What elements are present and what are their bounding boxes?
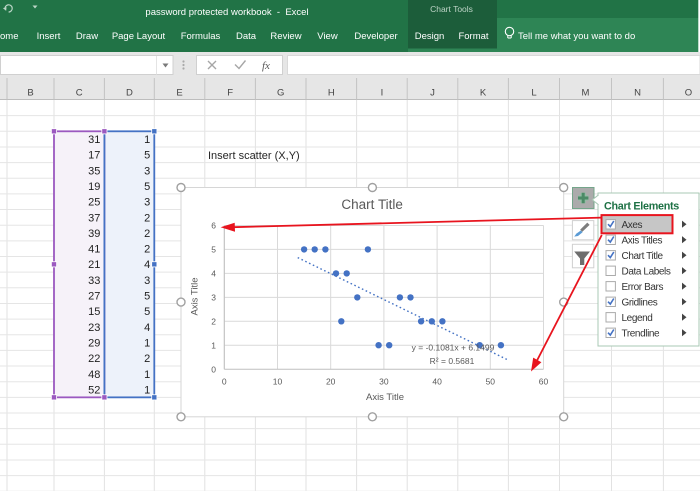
svg-text:10: 10	[273, 377, 283, 387]
svg-text:2: 2	[144, 244, 150, 256]
svg-text:4: 4	[211, 269, 216, 279]
svg-text:Axis Title: Axis Title	[366, 392, 404, 403]
svg-text:17: 17	[88, 150, 100, 162]
svg-text:y = -0.1081x + 6.1499: y = -0.1081x + 6.1499	[412, 343, 495, 353]
svg-text:19: 19	[88, 181, 100, 193]
svg-text:27: 27	[88, 291, 100, 303]
svg-text:Chart Elements: Chart Elements	[604, 201, 679, 213]
svg-text:F: F	[227, 88, 233, 99]
svg-text:Gridlines: Gridlines	[622, 298, 658, 309]
svg-text:ome: ome	[0, 31, 18, 42]
svg-text:L: L	[531, 88, 536, 99]
svg-text:R² = 0.5681: R² = 0.5681	[430, 356, 475, 366]
svg-text:J: J	[430, 88, 435, 99]
svg-text:O: O	[685, 88, 692, 99]
svg-text:Page Layout: Page Layout	[112, 31, 166, 42]
svg-text:22: 22	[88, 353, 100, 365]
svg-text:1: 1	[144, 384, 150, 396]
svg-text:2: 2	[211, 316, 216, 326]
svg-text:37: 37	[88, 212, 100, 224]
svg-text:0: 0	[211, 364, 216, 374]
svg-text:Error Bars: Error Bars	[622, 282, 664, 293]
svg-text:30: 30	[379, 377, 389, 387]
svg-text:fx: fx	[262, 60, 270, 72]
svg-text:Insert scatter (X,Y): Insert scatter (X,Y)	[208, 150, 300, 162]
svg-text:1: 1	[211, 340, 216, 350]
svg-text:4: 4	[144, 322, 150, 334]
svg-text:K: K	[480, 88, 487, 99]
svg-text:Legend: Legend	[622, 313, 653, 324]
svg-text:4: 4	[144, 259, 150, 271]
svg-text:5: 5	[211, 245, 216, 255]
svg-text:Axis Titles: Axis Titles	[622, 236, 663, 247]
svg-text:15: 15	[88, 306, 100, 318]
svg-text:3: 3	[144, 165, 150, 177]
svg-text:29: 29	[88, 338, 100, 350]
svg-text:33: 33	[88, 275, 100, 287]
svg-text:N: N	[634, 88, 641, 99]
svg-text:5: 5	[144, 291, 150, 303]
svg-text:Formulas: Formulas	[181, 31, 221, 42]
svg-text:5: 5	[144, 150, 150, 162]
svg-text:Chart Title: Chart Title	[622, 251, 664, 262]
svg-text:50: 50	[486, 377, 496, 387]
svg-text:password protected workbook -: password protected workbook - Excel	[145, 7, 308, 18]
svg-text:39: 39	[88, 228, 100, 240]
svg-text:G: G	[277, 88, 284, 99]
svg-text:Draw: Draw	[76, 31, 98, 42]
svg-text:1: 1	[144, 369, 150, 381]
svg-text:Data Labels: Data Labels	[622, 267, 671, 278]
svg-text:23: 23	[88, 322, 100, 334]
svg-text:Developer: Developer	[354, 31, 397, 42]
svg-text:D: D	[126, 88, 133, 99]
svg-text:48: 48	[88, 369, 100, 381]
svg-text:40: 40	[432, 377, 442, 387]
svg-text:2: 2	[144, 353, 150, 365]
svg-text:60: 60	[539, 377, 549, 387]
svg-text:52: 52	[88, 384, 100, 396]
svg-text:Axis Title: Axis Title	[190, 277, 201, 315]
svg-text:21: 21	[88, 259, 100, 271]
svg-text:Chart Tools: Chart Tools	[430, 4, 473, 14]
svg-text:31: 31	[88, 134, 100, 146]
svg-text:6: 6	[211, 221, 216, 231]
svg-text:Tell me what you want to do: Tell me what you want to do	[518, 31, 635, 42]
svg-text:20: 20	[326, 377, 336, 387]
svg-text:M: M	[582, 88, 590, 99]
svg-text:1: 1	[144, 338, 150, 350]
svg-text:Insert: Insert	[37, 31, 61, 42]
svg-text:5: 5	[144, 306, 150, 318]
svg-text:2: 2	[144, 212, 150, 224]
svg-text:View: View	[317, 31, 338, 42]
svg-text:5: 5	[144, 181, 150, 193]
svg-text:41: 41	[88, 244, 100, 256]
svg-text:3: 3	[144, 197, 150, 209]
svg-text:0: 0	[222, 377, 227, 387]
svg-text:35: 35	[88, 165, 100, 177]
svg-text:E: E	[176, 88, 182, 99]
svg-text:Trendline: Trendline	[622, 329, 661, 340]
svg-text:C: C	[76, 88, 83, 99]
svg-text:B: B	[27, 88, 33, 99]
svg-text:Design: Design	[415, 31, 445, 42]
svg-text:25: 25	[88, 197, 100, 209]
svg-text:Format: Format	[458, 31, 488, 42]
svg-text:H: H	[328, 88, 335, 99]
svg-text:Chart Title: Chart Title	[341, 197, 403, 212]
svg-text:I: I	[381, 88, 384, 99]
svg-text:Review: Review	[270, 31, 301, 42]
svg-text:2: 2	[144, 228, 150, 240]
svg-text:Data: Data	[236, 31, 257, 42]
svg-text:1: 1	[144, 134, 150, 146]
svg-text:Axes: Axes	[622, 220, 643, 231]
svg-text:3: 3	[144, 275, 150, 287]
svg-text:3: 3	[211, 293, 216, 303]
